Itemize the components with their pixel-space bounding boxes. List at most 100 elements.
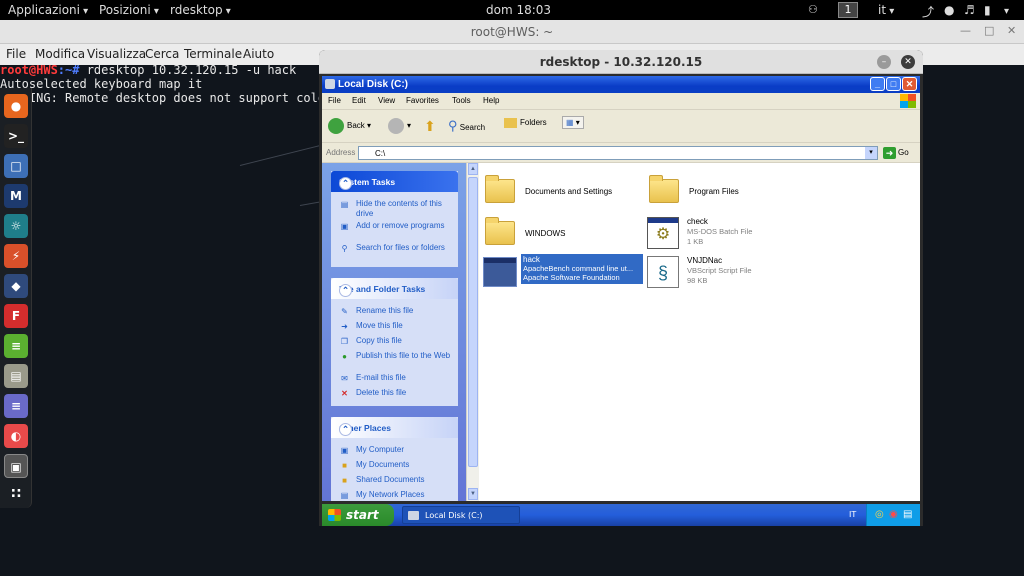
explorer-toolbar: Back ▾ ▾ ⬆ ⚲ Search Folders ▦ ▾: [322, 110, 920, 143]
explorer-titlebar[interactable]: Local Disk (C:) _ □ ✕: [322, 76, 920, 93]
close-icon[interactable]: ✕: [901, 55, 915, 69]
file-item-vnjdnac[interactable]: § VNJDNac VBScript Script File 98 KB: [647, 254, 817, 294]
terminal-icon[interactable]: >_: [4, 124, 28, 148]
firefox-icon[interactable]: ●: [4, 94, 28, 118]
scrollbar-thumb[interactable]: [468, 177, 478, 467]
folders-button[interactable]: Folders: [504, 118, 547, 128]
power-menu[interactable]: [1004, 3, 1009, 17]
task-move[interactable]: ➜ Move this file: [339, 321, 451, 331]
views-button[interactable]: ▦ ▾: [562, 116, 584, 129]
file-item-check[interactable]: ⚙ check MS-DOS Batch File 1 KB: [647, 215, 817, 255]
task-publish[interactable]: ● Publish this file to the Web: [339, 351, 451, 361]
settings-icon[interactable]: ▤: [4, 364, 28, 388]
task-hide-contents[interactable]: ▤ Hide the contents of this drive: [339, 199, 451, 219]
collapse-icon[interactable]: ⌃: [339, 177, 352, 190]
start-button[interactable]: start: [322, 504, 394, 526]
place-my-documents[interactable]: ■ My Documents: [339, 460, 451, 470]
folder-up-icon[interactable]: ⬆: [424, 118, 436, 135]
applications-menu[interactable]: Applicazioni: [8, 3, 88, 17]
burpsuite-icon[interactable]: ⚡: [4, 244, 28, 268]
panel-header[interactable]: File and Folder Tasks ⌃: [331, 278, 458, 299]
faraday-icon[interactable]: F: [4, 304, 28, 328]
maximize-icon[interactable]: □: [886, 77, 901, 91]
maltego-icon[interactable]: ◆: [4, 274, 28, 298]
menu-aiuto[interactable]: Aiuto: [243, 47, 274, 61]
menu-cerca[interactable]: Cerca: [145, 47, 179, 61]
file-item-windows[interactable]: WINDOWS: [485, 215, 655, 255]
users-icon[interactable]: ⚇: [808, 3, 818, 16]
armitage-icon[interactable]: ☼: [4, 214, 28, 238]
menu-visualizza[interactable]: Visualizza: [87, 47, 146, 61]
menu-file[interactable]: File: [328, 96, 341, 105]
address-input[interactable]: C:\ ▾: [358, 146, 878, 160]
forward-button[interactable]: ▾: [388, 118, 411, 134]
search-button[interactable]: ⚲ Search: [448, 118, 485, 134]
places-menu[interactable]: Posizioni: [99, 3, 159, 17]
panel-header[interactable]: Other Places ⌃: [331, 417, 458, 438]
go-arrow-icon: ➜: [883, 147, 896, 159]
rdesktop-titlebar[interactable]: rdesktop - 10.32.120.15 – ✕: [319, 50, 923, 74]
rdesktop-icon[interactable]: ◐: [4, 424, 28, 448]
email-icon: ✉: [341, 374, 348, 383]
notes-icon[interactable]: ≡: [4, 394, 28, 418]
security-alert-icon[interactable]: ◉: [889, 509, 898, 520]
task-search[interactable]: ⚲ Search for files or folders: [339, 243, 451, 253]
language-indicator[interactable]: IT: [849, 510, 856, 519]
place-network[interactable]: ▤ My Network Places: [339, 490, 451, 500]
battery-icon[interactable]: ▮: [984, 3, 991, 17]
terminal-titlebar[interactable]: root@HWS: ~ — □ ✕: [0, 20, 1024, 44]
active-app-menu[interactable]: rdesktop: [170, 3, 231, 17]
menu-file[interactable]: File: [6, 47, 26, 61]
go-button[interactable]: ➜ Go: [883, 147, 909, 159]
menu-view[interactable]: View: [378, 96, 395, 105]
address-dropdown-icon[interactable]: ▾: [865, 147, 877, 159]
close-icon[interactable]: ✕: [1007, 24, 1016, 37]
task-add-remove[interactable]: ▣ Add or remove programs: [339, 221, 451, 231]
computer-icon: ▣: [340, 446, 349, 455]
file-item-documents-settings[interactable]: Documents and Settings: [485, 173, 655, 213]
minimize-icon[interactable]: —: [960, 24, 971, 37]
mic-icon[interactable]: ●: [944, 3, 954, 17]
menu-tools[interactable]: Tools: [452, 96, 471, 105]
panel-header[interactable]: System Tasks ⌃: [331, 171, 458, 192]
keyboard-language[interactable]: it: [878, 3, 894, 17]
file-item-program-files[interactable]: Program Files: [649, 173, 819, 213]
scroll-up-icon[interactable]: ▲: [468, 163, 478, 175]
task-email[interactable]: ✉ E-mail this file: [339, 373, 451, 383]
prompt-path: :~#: [57, 65, 87, 77]
taskbar-item-local-disk[interactable]: Local Disk (C:): [402, 506, 520, 524]
app-grid-icon[interactable]: ∷: [4, 482, 28, 506]
volume-icon[interactable]: ♬: [964, 3, 975, 17]
metasploit-icon[interactable]: M: [4, 184, 28, 208]
place-my-computer[interactable]: ▣ My Computer: [339, 445, 451, 455]
file-item-hack[interactable]: hack ApacheBench command line ut... Apac…: [483, 254, 643, 294]
task-pane-scrollbar[interactable]: ▲ ▼: [466, 163, 479, 501]
minimize-icon[interactable]: _: [870, 77, 885, 91]
menu-modifica[interactable]: Modifica: [35, 47, 85, 61]
collapse-icon[interactable]: ⌃: [339, 423, 352, 436]
network-tray-icon[interactable]: ▤: [903, 509, 912, 520]
rdesktop-active-icon[interactable]: ▣: [4, 454, 28, 478]
files-icon[interactable]: □: [4, 154, 28, 178]
place-shared-documents[interactable]: ■ Shared Documents: [339, 475, 451, 485]
task-label: Copy this file: [356, 336, 402, 345]
back-button[interactable]: Back ▾: [328, 118, 371, 134]
close-icon[interactable]: ✕: [902, 77, 917, 91]
menu-favorites[interactable]: Favorites: [406, 96, 439, 105]
network-icon[interactable]: ⤴: [922, 3, 934, 20]
tray-icon[interactable]: ◎: [875, 509, 884, 520]
maximize-icon[interactable]: □: [984, 24, 994, 37]
menu-help[interactable]: Help: [483, 96, 499, 105]
clock[interactable]: dom 18:03: [486, 3, 551, 17]
leafpad-icon[interactable]: ≡: [4, 334, 28, 358]
menu-terminale[interactable]: Terminale: [184, 47, 242, 61]
task-rename[interactable]: ✎ Rename this file: [339, 306, 451, 316]
workspace-indicator[interactable]: 1: [838, 2, 858, 18]
collapse-icon[interactable]: ⌃: [339, 284, 352, 297]
scroll-down-icon[interactable]: ▼: [468, 488, 478, 500]
menu-edit[interactable]: Edit: [352, 96, 366, 105]
task-copy[interactable]: ❐ Copy this file: [339, 336, 451, 346]
minimize-icon[interactable]: –: [877, 55, 891, 69]
delete-icon: ✕: [341, 389, 348, 398]
task-delete[interactable]: ✕ Delete this file: [339, 388, 451, 398]
